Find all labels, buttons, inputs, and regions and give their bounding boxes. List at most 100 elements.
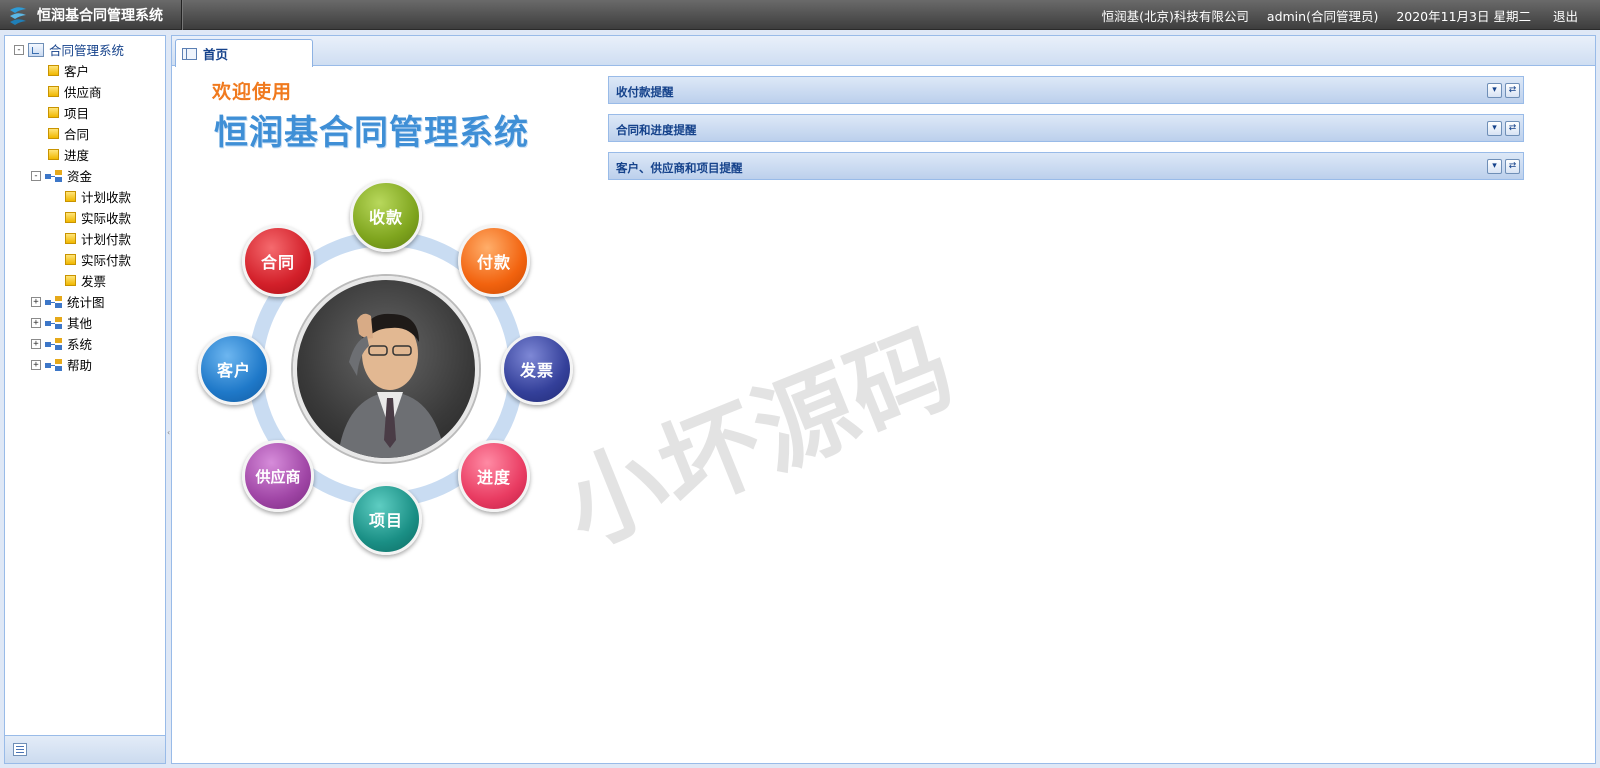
tree-item-label: 项目 — [64, 106, 90, 121]
tree-group-label: 帮助 — [67, 358, 93, 373]
group-node-icon — [45, 337, 63, 350]
current-user: admin(合同管理员) — [1266, 8, 1379, 24]
tab-strip: 首页 — [172, 36, 1595, 67]
group-node-icon — [45, 295, 63, 308]
tree-group-label: 统计图 — [67, 295, 105, 310]
tree-item-label: 实际收款 — [81, 211, 132, 226]
header-info: 恒润基(北京)科技有限公司 admin(合同管理员) 2020年11月3日 星期… — [1084, 0, 1578, 30]
tree-item-label: 计划收款 — [81, 190, 132, 205]
tree-item-project[interactable]: 项目 — [5, 102, 165, 123]
leaf-node-icon — [48, 128, 59, 139]
nav-tree: - 合同管理系统 客户 供应商 项目 合同 进度 - 资金 计划收款 实际收款 … — [5, 36, 165, 375]
tree-item-customer[interactable]: 客户 — [5, 60, 165, 81]
tree-item-contract[interactable]: 合同 — [5, 123, 165, 144]
tree-root-label: 合同管理系统 — [49, 43, 125, 58]
tree-item-actual-payment[interactable]: 实际付款 — [5, 249, 165, 270]
expand-toggle-icon[interactable]: + — [31, 338, 41, 349]
invoice-module-button[interactable]: 发票 — [501, 333, 573, 405]
customer-supplier-project-reminder-panel: 客户、供应商和项目提醒 ▾ ⇄ — [608, 152, 1524, 180]
contract-module-button[interactable]: 合同 — [242, 225, 314, 297]
module-wheel: 收款 付款 发票 进度 项目 供应商 客户 合同 — [196, 178, 576, 578]
leaf-node-icon — [48, 65, 59, 76]
brand: 恒润基合同管理系统 — [0, 0, 182, 30]
businessman-illustration — [337, 313, 446, 458]
tree-item-label: 合同 — [64, 127, 90, 142]
main-panel: 首页 欢迎使用 恒润基合同管理系统 收款 付款 发票 进度 项目 供应商 客户 … — [171, 35, 1596, 764]
watermark: 小坏源码 — [548, 307, 971, 569]
tree-item-planned-receipt[interactable]: 计划收款 — [5, 186, 165, 207]
tree-item-supplier[interactable]: 供应商 — [5, 81, 165, 102]
tree-group-other[interactable]: + 其他 — [5, 312, 165, 333]
leaf-node-icon — [65, 275, 76, 286]
tree-item-label: 进度 — [64, 148, 90, 163]
contract-progress-reminder-panel: 合同和进度提醒 ▾ ⇄ — [608, 114, 1524, 142]
tree-item-label: 实际付款 — [81, 253, 132, 268]
group-node-icon — [45, 316, 63, 329]
panel-title: 合同和进度提醒 — [616, 123, 697, 137]
supplier-module-button[interactable]: 供应商 — [242, 440, 314, 512]
collapse-icon[interactable]: ▾ — [1487, 121, 1502, 136]
tree-group-charts[interactable]: + 统计图 — [5, 291, 165, 312]
tree-group-system[interactable]: + 系统 — [5, 333, 165, 354]
company-name: 恒润基(北京)科技有限公司 — [1101, 8, 1249, 24]
refresh-icon[interactable]: ⇄ — [1505, 83, 1520, 98]
tree-item-label: 计划付款 — [81, 232, 132, 247]
customer-module-button[interactable]: 客户 — [198, 333, 270, 405]
nav-panel: - 合同管理系统 客户 供应商 项目 合同 进度 - 资金 计划收款 实际收款 … — [4, 35, 166, 764]
progress-module-button[interactable]: 进度 — [458, 440, 530, 512]
expand-toggle-icon[interactable]: + — [31, 296, 41, 307]
payment-module-button[interactable]: 付款 — [458, 225, 530, 297]
home-tab-icon — [182, 47, 197, 60]
collapse-toggle-icon[interactable]: - — [31, 170, 41, 181]
group-node-icon — [45, 169, 63, 182]
tree-item-progress[interactable]: 进度 — [5, 144, 165, 165]
nav-panel-footer — [5, 735, 165, 763]
collapse-arrow-icon[interactable]: ‹ — [167, 428, 170, 438]
tree-item-actual-receipt[interactable]: 实际收款 — [5, 207, 165, 228]
leaf-node-icon — [65, 212, 76, 223]
system-tree-icon — [28, 42, 44, 57]
refresh-icon[interactable]: ⇄ — [1505, 121, 1520, 136]
group-node-icon — [45, 358, 63, 371]
leaf-node-icon — [65, 233, 76, 244]
collapse-icon[interactable]: ▾ — [1487, 83, 1502, 98]
app-title: 恒润基合同管理系统 — [37, 8, 163, 24]
expand-toggle-icon[interactable]: + — [31, 317, 41, 328]
tab-label: 首页 — [203, 47, 229, 62]
tree-group-funds[interactable]: - 资金 — [5, 165, 165, 186]
welcome-text: 欢迎使用 — [212, 81, 293, 103]
home-content: 欢迎使用 恒润基合同管理系统 收款 付款 发票 进度 项目 供应商 客户 合同 … — [172, 67, 1595, 763]
tree-item-label: 发票 — [81, 274, 107, 289]
tree-item-label: 供应商 — [64, 85, 102, 100]
tree-item-invoice[interactable]: 发票 — [5, 270, 165, 291]
logout-link[interactable]: 退出 — [1553, 6, 1578, 25]
leaf-node-icon — [48, 107, 59, 118]
tree-group-label: 其他 — [67, 316, 93, 331]
tree-item-planned-payment[interactable]: 计划付款 — [5, 228, 165, 249]
leaf-node-icon — [48, 149, 59, 160]
receipt-module-button[interactable]: 收款 — [350, 180, 422, 252]
project-module-button[interactable]: 项目 — [350, 483, 422, 555]
payment-reminder-panel: 收付款提醒 ▾ ⇄ — [608, 76, 1524, 104]
tree-item-label: 客户 — [64, 64, 90, 79]
app-logo-icon — [10, 7, 26, 25]
panel-title: 收付款提醒 — [616, 85, 674, 99]
top-header: 恒润基合同管理系统 恒润基(北京)科技有限公司 admin(合同管理员) 202… — [0, 0, 1600, 30]
refresh-icon[interactable]: ⇄ — [1505, 159, 1520, 174]
system-title: 恒润基合同管理系统 — [214, 113, 529, 153]
collapse-icon[interactable]: ▾ — [1487, 159, 1502, 174]
tree-group-label: 系统 — [67, 337, 93, 352]
current-date: 2020年11月3日 星期二 — [1396, 8, 1531, 24]
leaf-node-icon — [65, 254, 76, 265]
leaf-node-icon — [48, 86, 59, 97]
collapse-toggle-icon[interactable]: - — [14, 44, 24, 55]
list-view-icon[interactable] — [13, 743, 27, 756]
businessman-photo — [293, 276, 479, 462]
panel-title: 客户、供应商和项目提醒 — [616, 161, 743, 175]
tree-group-help[interactable]: + 帮助 — [5, 354, 165, 375]
tree-group-label: 资金 — [67, 169, 93, 184]
tab-home[interactable]: 首页 — [175, 39, 313, 67]
tree-root[interactable]: - 合同管理系统 — [5, 39, 165, 60]
leaf-node-icon — [65, 191, 76, 202]
expand-toggle-icon[interactable]: + — [31, 359, 41, 370]
